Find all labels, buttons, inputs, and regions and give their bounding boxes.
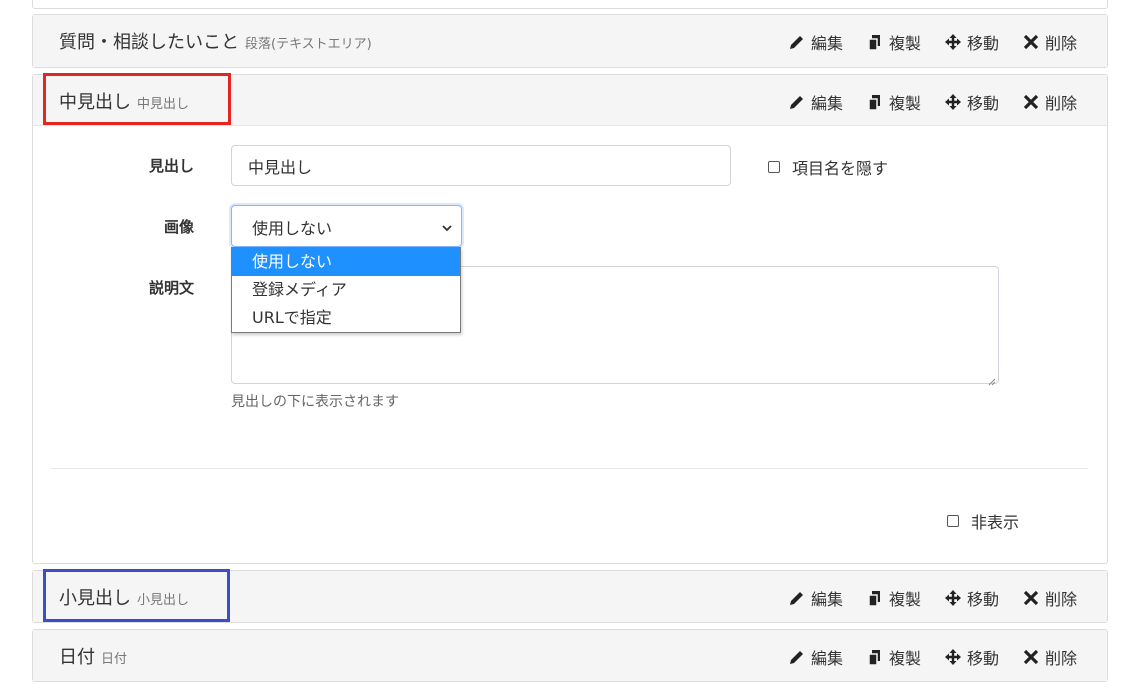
image-select[interactable]: 使用しない	[231, 205, 462, 247]
hidden-label: 非表示	[971, 513, 1020, 532]
image-select-options: 使用しない 登録メディア URLで指定	[231, 247, 461, 333]
duplicate-label: 複製	[888, 34, 921, 53]
checkbox[interactable]	[768, 161, 780, 173]
move-button[interactable]: 移動	[944, 90, 999, 114]
field-row-date: 日付 日付 編集 複製 移動 削除	[32, 629, 1108, 682]
close-icon	[1022, 93, 1040, 111]
duplicate-button[interactable]: 複製	[866, 90, 921, 114]
copy-icon	[866, 93, 884, 111]
move-button[interactable]: 移動	[944, 645, 999, 669]
duplicate-label: 複製	[888, 649, 921, 668]
delete-label: 削除	[1044, 590, 1077, 609]
delete-button[interactable]: 削除	[1022, 90, 1077, 114]
option-url[interactable]: URLで指定	[232, 304, 460, 332]
edit-label: 編集	[810, 590, 843, 609]
delete-button[interactable]: 削除	[1022, 30, 1077, 54]
pencil-icon	[788, 589, 806, 607]
heading-label: 見出し	[148, 157, 194, 175]
move-button[interactable]: 移動	[944, 586, 999, 610]
highlight-box-red	[43, 73, 231, 125]
copy-icon	[866, 589, 884, 607]
move-label: 移動	[966, 649, 999, 668]
edit-button[interactable]: 編集	[788, 30, 843, 54]
field-row-header: 質問・相談したいこと 段落(テキストエリア) 編集 複製 移動 削除	[33, 15, 1107, 67]
pencil-icon	[788, 648, 806, 666]
field-type: 日付	[101, 652, 128, 667]
heading-input[interactable]: 中見出し	[231, 145, 731, 186]
field-title: 日付	[59, 647, 95, 668]
row-actions: 編集 複製 移動 削除	[765, 586, 1077, 610]
row-actions: 編集 複製 移動 削除	[765, 30, 1077, 54]
move-arrows-icon	[944, 33, 962, 51]
move-button[interactable]: 移動	[944, 30, 999, 54]
image-select-value: 使用しない	[252, 219, 333, 238]
move-label: 移動	[966, 34, 999, 53]
edit-label: 編集	[810, 94, 843, 113]
description-label: 説明文	[148, 279, 194, 297]
description-help: 見出しの下に表示されます	[231, 394, 399, 410]
divider	[51, 468, 1088, 469]
option-no-use[interactable]: 使用しない	[232, 248, 460, 276]
duplicate-label: 複製	[888, 94, 921, 113]
row-actions: 編集 複製 移動 削除	[765, 645, 1077, 669]
copy-icon	[866, 648, 884, 666]
checkbox[interactable]	[947, 515, 959, 527]
edit-label: 編集	[810, 34, 843, 53]
close-icon	[1022, 33, 1040, 51]
field-title-wrap: 日付 日付	[59, 643, 127, 669]
delete-label: 削除	[1044, 649, 1077, 668]
duplicate-label: 複製	[888, 590, 921, 609]
edit-button[interactable]: 編集	[788, 586, 843, 610]
pencil-icon	[788, 93, 806, 111]
field-title: 質問・相談したいこと	[59, 32, 239, 53]
edit-button[interactable]: 編集	[788, 90, 843, 114]
image-label: 画像	[163, 218, 194, 236]
close-icon	[1022, 648, 1040, 666]
edit-label: 編集	[810, 649, 843, 668]
highlight-box-blue	[43, 569, 230, 622]
delete-label: 削除	[1044, 34, 1077, 53]
chevron-down-icon	[441, 219, 453, 232]
duplicate-button[interactable]: 複製	[866, 586, 921, 610]
hidden-checkbox[interactable]: 非表示	[947, 509, 1019, 533]
delete-button[interactable]: 削除	[1022, 586, 1077, 610]
close-icon	[1022, 589, 1040, 607]
duplicate-button[interactable]: 複製	[866, 645, 921, 669]
hide-item-name-checkbox[interactable]: 項目名を隠す	[768, 155, 888, 179]
move-label: 移動	[966, 590, 999, 609]
previous-panel-edge	[32, 0, 1108, 9]
duplicate-button[interactable]: 複製	[866, 30, 921, 54]
delete-button[interactable]: 削除	[1022, 645, 1077, 669]
edit-button[interactable]: 編集	[788, 645, 843, 669]
field-row-header: 日付 日付 編集 複製 移動 削除	[33, 630, 1107, 681]
hide-item-name-label: 項目名を隠す	[792, 159, 889, 178]
move-arrows-icon	[944, 648, 962, 666]
pencil-icon	[788, 33, 806, 51]
field-title-wrap: 質問・相談したいこと 段落(テキストエリア)	[59, 28, 372, 54]
move-arrows-icon	[944, 93, 962, 111]
resize-grip-icon[interactable]	[986, 371, 996, 386]
row-actions: 編集 複製 移動 削除	[765, 90, 1077, 114]
move-arrows-icon	[944, 589, 962, 607]
delete-label: 削除	[1044, 94, 1077, 113]
field-row-question: 質問・相談したいこと 段落(テキストエリア) 編集 複製 移動 削除	[32, 14, 1108, 68]
copy-icon	[866, 33, 884, 51]
field-type: 段落(テキストエリア)	[245, 37, 372, 52]
move-label: 移動	[966, 94, 999, 113]
option-registered-media[interactable]: 登録メディア	[232, 276, 460, 304]
